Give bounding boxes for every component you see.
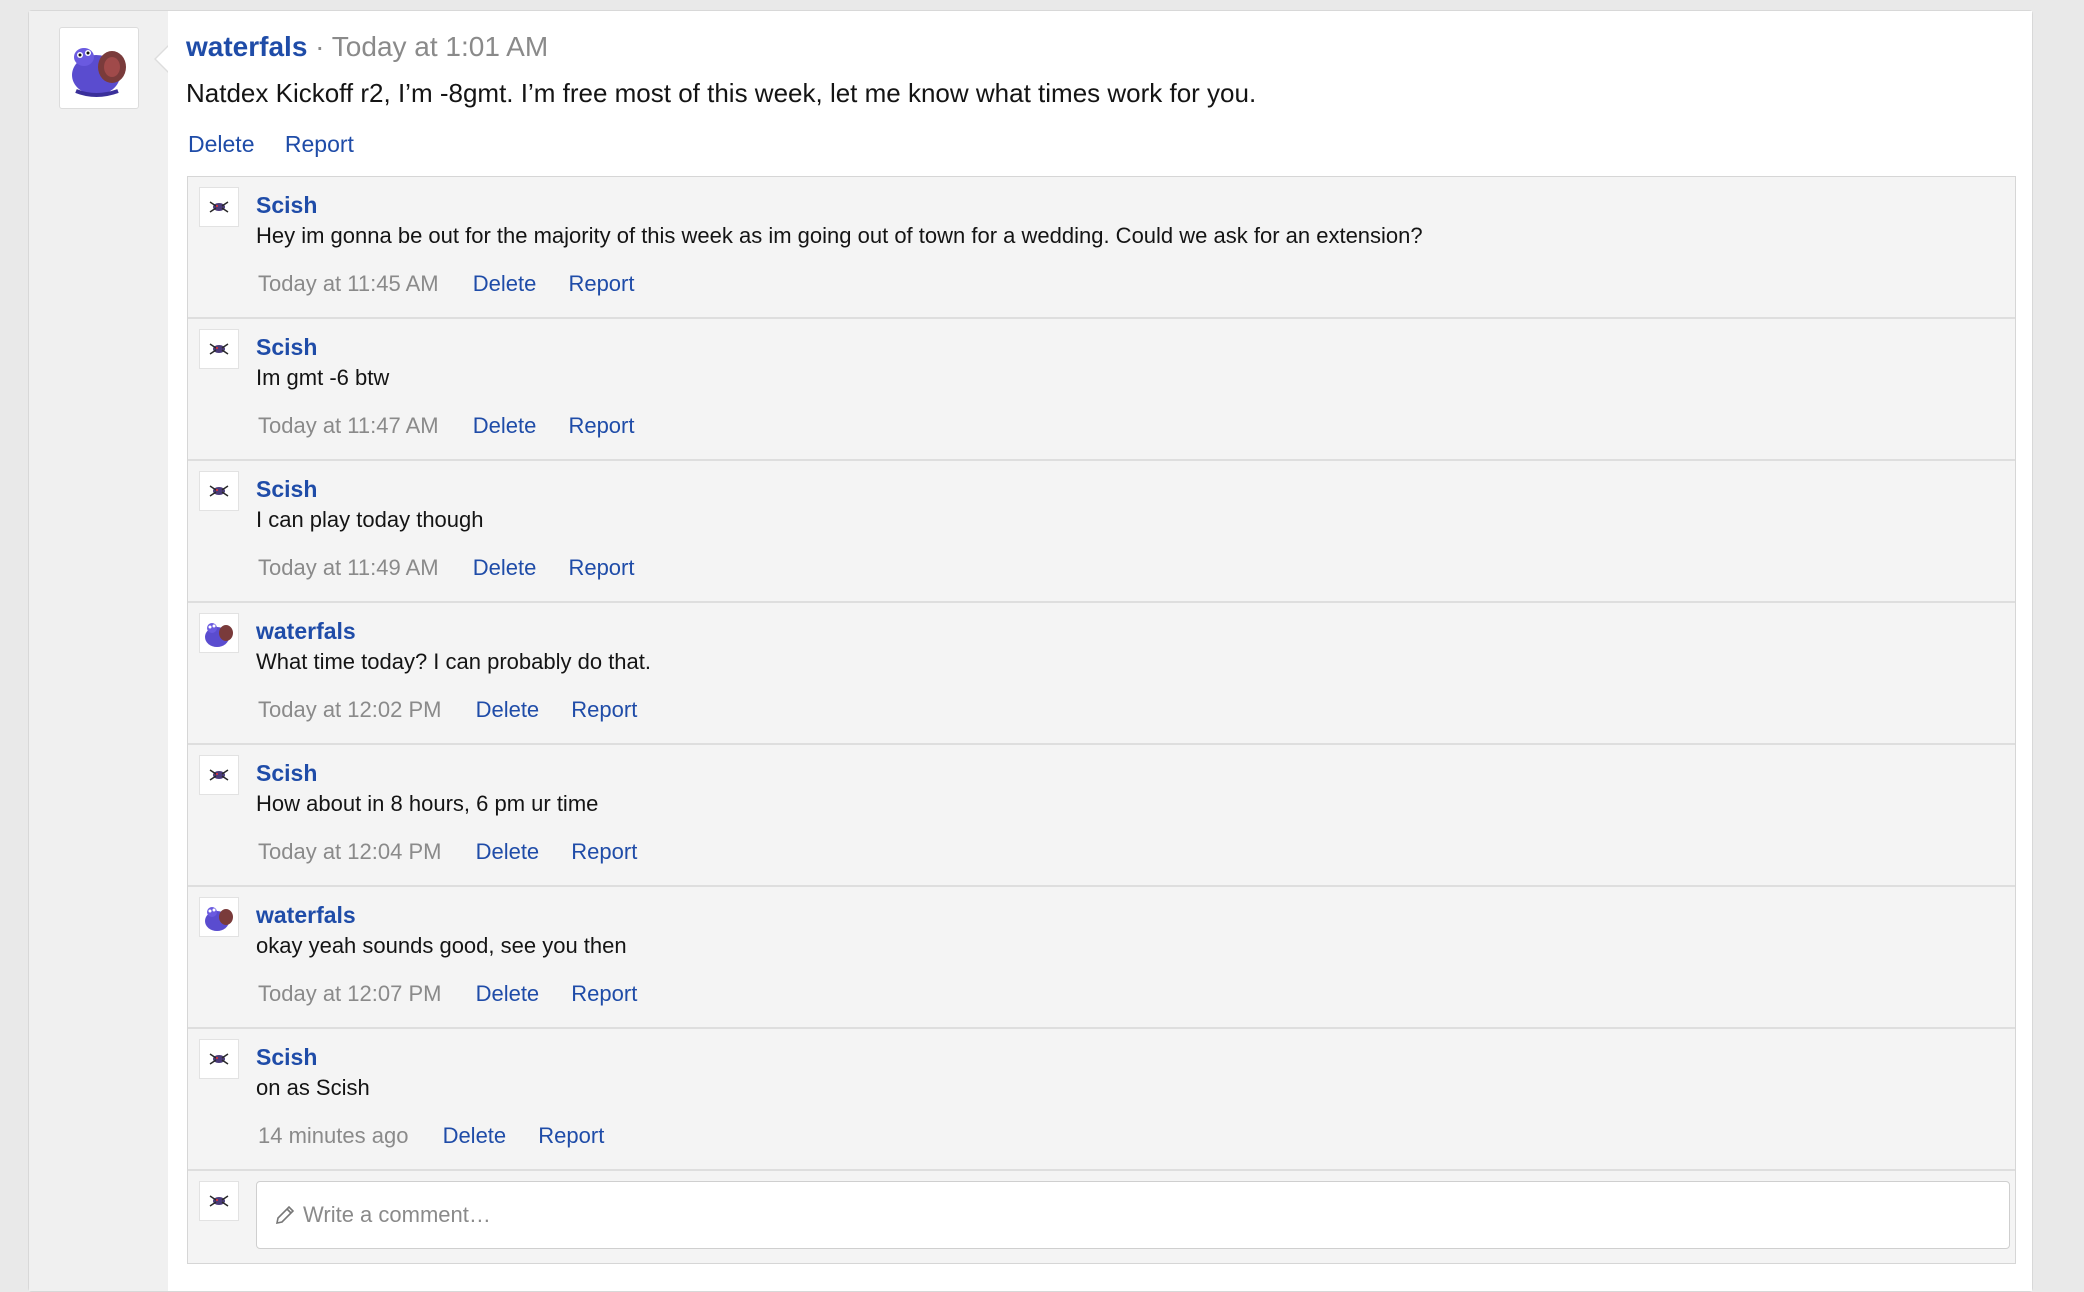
- post-actions: Delete Report: [188, 131, 378, 158]
- comment-timestamp[interactable]: Today at 11:49 AM: [258, 555, 439, 580]
- comment-text: What time today? I can probably do that.: [256, 649, 652, 674]
- write-comment-placeholder: Write a comment…: [303, 1202, 491, 1227]
- comment-text: okay yeah sounds good, see you then: [256, 933, 627, 958]
- comment-item: Scish How about in 8 hours, 6 pm ur time…: [188, 745, 2015, 887]
- comment-delete-link[interactable]: Delete: [473, 413, 537, 438]
- pencil-icon: [275, 1205, 295, 1225]
- comment-item: waterfals okay yeah sounds good, see you…: [188, 887, 2015, 1029]
- profile-post-container: waterfals · Today at 1:01 AM Natdex Kick…: [28, 10, 2033, 1292]
- blob-monster-avatar-icon: [205, 907, 233, 931]
- comment-item: waterfals What time today? I can probabl…: [188, 603, 2015, 745]
- comment-meta: Today at 11:45 AM Delete Report: [258, 271, 661, 297]
- comment-timestamp[interactable]: Today at 12:07 PM: [258, 981, 441, 1006]
- comment-author-link[interactable]: waterfals: [256, 618, 356, 645]
- comment-report-link[interactable]: Report: [571, 697, 637, 722]
- speech-pointer: [154, 45, 169, 73]
- reply-row: Write a comment…: [188, 1171, 2015, 1263]
- commenter-avatar[interactable]: [199, 187, 239, 227]
- comment-timestamp[interactable]: Today at 12:02 PM: [258, 697, 441, 722]
- comment-timestamp[interactable]: Today at 11:45 AM: [258, 271, 439, 296]
- comment-author-link[interactable]: waterfals: [256, 902, 356, 929]
- blob-monster-avatar-icon: [205, 623, 233, 647]
- comment-timestamp[interactable]: Today at 12:04 PM: [258, 839, 441, 864]
- comment-item: Scish I can play today though Today at 1…: [188, 461, 2015, 603]
- comment-item: Scish Im gmt -6 btw Today at 11:47 AM De…: [188, 319, 2015, 461]
- comment-item: Scish Hey im gonna be out for the majori…: [188, 177, 2015, 319]
- comment-delete-link[interactable]: Delete: [476, 839, 540, 864]
- comment-text: on as Scish: [256, 1075, 370, 1100]
- commenter-avatar[interactable]: [199, 329, 239, 369]
- spider-avatar-icon: [209, 485, 229, 497]
- comment-meta: 14 minutes ago Delete Report: [258, 1123, 630, 1149]
- comment-delete-link[interactable]: Delete: [473, 271, 537, 296]
- comment-author-link[interactable]: Scish: [256, 1044, 317, 1071]
- comment-delete-link[interactable]: Delete: [476, 697, 540, 722]
- comment-text: Im gmt -6 btw: [256, 365, 390, 390]
- comment-text: How about in 8 hours, 6 pm ur time: [256, 791, 599, 816]
- current-user-avatar[interactable]: [199, 1181, 239, 1221]
- comment-meta: Today at 12:04 PM Delete Report: [258, 839, 663, 865]
- comment-meta: Today at 11:47 AM Delete Report: [258, 413, 661, 439]
- post-timestamp[interactable]: Today at 1:01 AM: [332, 31, 548, 62]
- post-message: Natdex Kickoff r2, I’m -8gmt. I’m free m…: [186, 78, 1257, 108]
- comment-timestamp[interactable]: Today at 11:47 AM: [258, 413, 439, 438]
- comment-report-link[interactable]: Report: [571, 981, 637, 1006]
- comment-timestamp[interactable]: 14 minutes ago: [258, 1123, 408, 1148]
- comment-author-link[interactable]: Scish: [256, 192, 317, 219]
- post-report-link[interactable]: Report: [285, 131, 354, 157]
- commenter-avatar[interactable]: [199, 755, 239, 795]
- comment-meta: Today at 11:49 AM Delete Report: [258, 555, 661, 581]
- commenter-avatar[interactable]: [199, 471, 239, 511]
- post-content: waterfals · Today at 1:01 AM Natdex Kick…: [154, 11, 2032, 1291]
- comment-author-link[interactable]: Scish: [256, 476, 317, 503]
- post-author-link[interactable]: waterfals: [186, 31, 307, 62]
- commenter-avatar[interactable]: [199, 897, 239, 937]
- comment-list: Scish Hey im gonna be out for the majori…: [187, 176, 2016, 1264]
- comment-author-link[interactable]: Scish: [256, 334, 317, 361]
- post-author-avatar[interactable]: [59, 27, 139, 109]
- post-header: waterfals · Today at 1:01 AM: [186, 31, 548, 63]
- comment-item: Scish on as Scish 14 minutes ago Delete …: [188, 1029, 2015, 1171]
- spider-avatar-icon: [209, 343, 229, 355]
- comment-report-link[interactable]: Report: [538, 1123, 604, 1148]
- commenter-avatar[interactable]: [199, 613, 239, 653]
- comment-delete-link[interactable]: Delete: [443, 1123, 507, 1148]
- post-separator: ·: [307, 31, 332, 62]
- comment-delete-link[interactable]: Delete: [476, 981, 540, 1006]
- comment-text: Hey im gonna be out for the majority of …: [256, 223, 1423, 248]
- comment-meta: Today at 12:02 PM Delete Report: [258, 697, 663, 723]
- comment-report-link[interactable]: Report: [568, 413, 634, 438]
- comment-report-link[interactable]: Report: [571, 839, 637, 864]
- avatar-column: [29, 11, 168, 1291]
- spider-avatar-icon: [209, 201, 229, 213]
- post-delete-link[interactable]: Delete: [188, 131, 254, 157]
- comment-text: I can play today though: [256, 507, 484, 532]
- commenter-avatar[interactable]: [199, 1039, 239, 1079]
- comment-delete-link[interactable]: Delete: [473, 555, 537, 580]
- comment-report-link[interactable]: Report: [568, 555, 634, 580]
- comment-report-link[interactable]: Report: [568, 271, 634, 296]
- spider-avatar-icon: [209, 1053, 229, 1065]
- write-comment-input[interactable]: Write a comment…: [256, 1181, 2010, 1249]
- comment-meta: Today at 12:07 PM Delete Report: [258, 981, 663, 1007]
- spider-avatar-icon: [209, 769, 229, 781]
- comment-author-link[interactable]: Scish: [256, 760, 317, 787]
- blob-monster-avatar-icon: [72, 48, 126, 97]
- spider-avatar-icon: [209, 1195, 229, 1207]
